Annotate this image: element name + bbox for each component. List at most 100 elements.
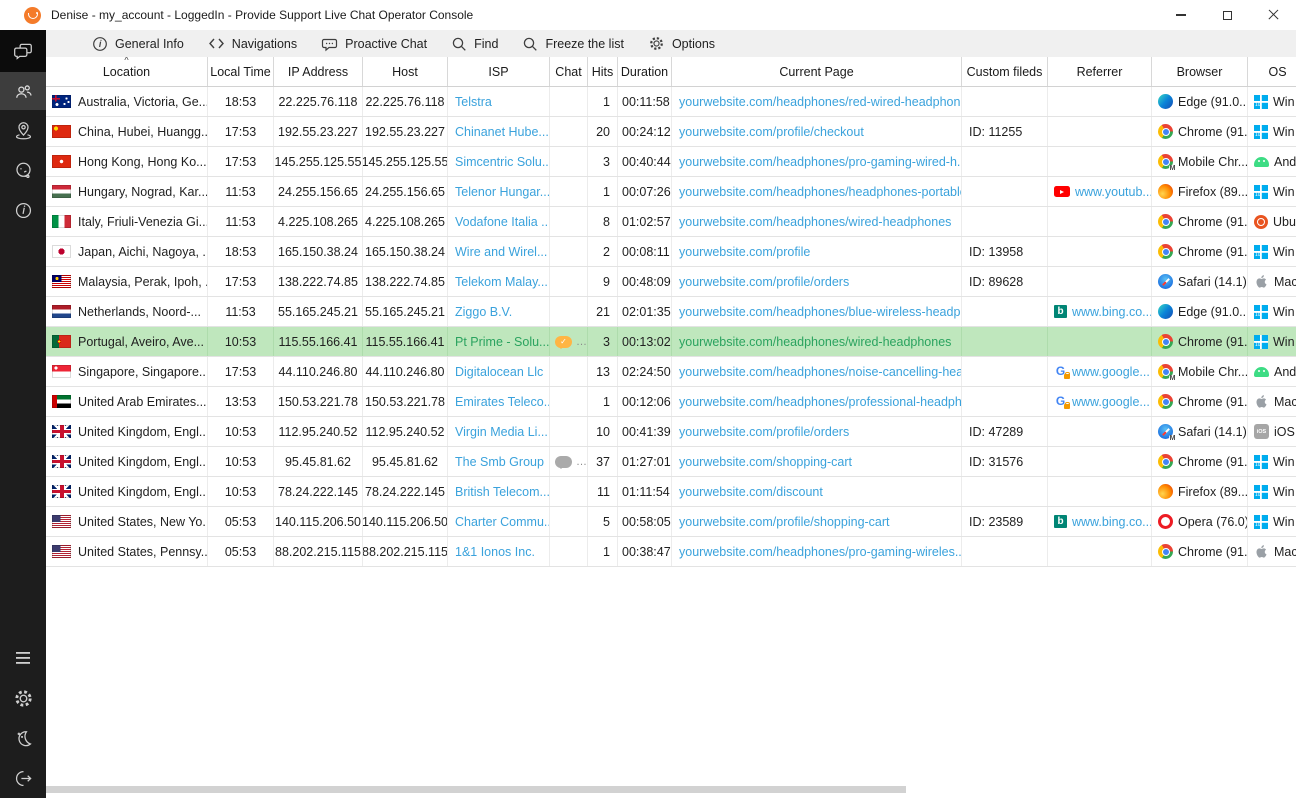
general-info-button[interactable]: General Info <box>80 30 196 57</box>
table-row[interactable]: Malaysia, Perak, Ipoh, ...17:53138.222.7… <box>46 267 1296 297</box>
referrer-link[interactable]: www.youtub... <box>1075 185 1152 199</box>
sidebar-item-visitors[interactable] <box>0 72 46 110</box>
location-text: Australia, Victoria, Ge... <box>78 95 208 109</box>
italy-flag-icon <box>52 215 71 228</box>
sidebar-item-chats[interactable] <box>0 30 46 72</box>
column-header-os[interactable]: OS <box>1248 57 1296 86</box>
current-page-link[interactable]: yourwebsite.com/discount <box>679 485 823 499</box>
table-row[interactable]: Portugal, Aveiro, Ave...10:53115.55.166.… <box>46 327 1296 357</box>
cell-location: Italy, Friuli-Venezia Gi... <box>46 207 208 236</box>
options-button[interactable]: Options <box>636 30 727 57</box>
current-page-link[interactable]: yourwebsite.com/headphones/noise-cancell… <box>679 365 962 379</box>
table-row[interactable]: United Arab Emirates...13:53150.53.221.7… <box>46 387 1296 417</box>
cell-hits: 1 <box>588 387 618 416</box>
column-header-hits[interactable]: Hits <box>588 57 618 86</box>
table-row[interactable]: Singapore, Singapore...17:5344.110.246.8… <box>46 357 1296 387</box>
sidebar-item-operators[interactable] <box>0 150 46 190</box>
current-page-link[interactable]: yourwebsite.com/headphones/pro-gaming-wi… <box>679 545 962 559</box>
referrer-link[interactable]: www.bing.co... <box>1072 515 1152 529</box>
table-row[interactable]: Netherlands, Noord-...11:5355.165.245.21… <box>46 297 1296 327</box>
isp-link[interactable]: British Telecom... <box>455 485 550 499</box>
table-row[interactable]: United Kingdom, Engl...10:5395.45.81.629… <box>46 447 1296 477</box>
windows-10-icon <box>1254 515 1268 529</box>
current-page-link[interactable]: yourwebsite.com/headphones/pro-gaming-wi… <box>679 155 962 169</box>
table-row[interactable]: United Kingdom, Engl...10:53112.95.240.5… <box>46 417 1296 447</box>
isp-link[interactable]: Telstra <box>455 95 492 109</box>
cell-chat <box>550 207 588 236</box>
column-header-browser[interactable]: Browser <box>1152 57 1248 86</box>
sidebar-item-geo-map[interactable] <box>0 110 46 150</box>
navigations-button[interactable]: Navigations <box>196 30 309 57</box>
isp-link[interactable]: Wire and Wirel... <box>455 245 547 259</box>
column-header-location[interactable]: ^Location <box>46 57 208 86</box>
isp-link[interactable]: 1&1 Ionos Inc. <box>455 545 535 559</box>
table-row[interactable]: United Kingdom, Engl...10:5378.24.222.14… <box>46 477 1296 507</box>
column-header-host[interactable]: Host <box>363 57 448 86</box>
current-page-link[interactable]: yourwebsite.com/profile <box>679 245 810 259</box>
current-page-link[interactable]: yourwebsite.com/headphones/wired-headpho… <box>679 335 951 349</box>
column-header-local_time[interactable]: Local Time <box>208 57 274 86</box>
find-button[interactable]: Find <box>439 30 510 57</box>
column-header-ip[interactable]: IP Address <box>274 57 363 86</box>
current-page-link[interactable]: yourwebsite.com/headphones/headphones-po… <box>679 185 962 199</box>
table-row[interactable]: United States, Pennsy...05:5388.202.215.… <box>46 537 1296 567</box>
current-page-link[interactable]: yourwebsite.com/headphones/red-wired-hea… <box>679 95 962 109</box>
hits-text: 5 <box>603 515 610 529</box>
column-header-referrer[interactable]: Referrer <box>1048 57 1152 86</box>
minimize-button[interactable] <box>1158 0 1204 30</box>
isp-link[interactable]: Digitalocean Llc <box>455 365 543 379</box>
column-header-duration[interactable]: Duration <box>618 57 672 86</box>
table-row[interactable]: Japan, Aichi, Nagoya, ...18:53165.150.38… <box>46 237 1296 267</box>
table-row[interactable]: Hong Kong, Hong Ko...17:53145.255.125.55… <box>46 147 1296 177</box>
current-page-link[interactable]: yourwebsite.com/profile/shopping-cart <box>679 515 890 529</box>
isp-link[interactable]: Pt Prime - Solu... <box>455 335 549 349</box>
isp-link[interactable]: Ziggo B.V. <box>455 305 512 319</box>
current-page-link[interactable]: yourwebsite.com/headphones/blue-wireless… <box>679 305 962 319</box>
freeze-the-list-button[interactable]: Freeze the list <box>510 30 636 57</box>
sidebar-logout-button[interactable] <box>0 758 46 798</box>
magnifier-icon <box>522 36 538 52</box>
browser-text: Safari (14.1) <box>1178 425 1247 439</box>
table-row[interactable]: United States, New Yo...05:53140.115.206… <box>46 507 1296 537</box>
current-page-link[interactable]: yourwebsite.com/profile/orders <box>679 425 849 439</box>
scrollbar-thumb[interactable] <box>46 786 906 793</box>
isp-link[interactable]: Chinanet Hube... <box>455 125 549 139</box>
current-page-link[interactable]: yourwebsite.com/profile/orders <box>679 275 849 289</box>
table-row[interactable]: China, Hubei, Huangg...17:53192.55.23.22… <box>46 117 1296 147</box>
referrer-link[interactable]: www.bing.co... <box>1072 305 1152 319</box>
isp-link[interactable]: Vodafone Italia ... <box>455 215 550 229</box>
column-header-isp[interactable]: ISP <box>448 57 550 86</box>
table-row[interactable]: Italy, Friuli-Venezia Gi...11:534.225.10… <box>46 207 1296 237</box>
referrer-link[interactable]: www.google... <box>1072 395 1150 409</box>
current-page-link[interactable]: yourwebsite.com/shopping-cart <box>679 455 852 469</box>
isp-link[interactable]: Simcentric Solu... <box>455 155 550 169</box>
current-page-link[interactable]: yourwebsite.com/headphones/wired-headpho… <box>679 215 951 229</box>
maximize-button[interactable] <box>1204 0 1250 30</box>
referrer-link[interactable]: www.google... <box>1072 365 1150 379</box>
table-row[interactable]: Hungary, Nograd, Kar...11:5324.255.156.6… <box>46 177 1296 207</box>
current-page-link[interactable]: yourwebsite.com/profile/checkout <box>679 125 864 139</box>
table-row[interactable]: Australia, Victoria, Ge...18:5322.225.76… <box>46 87 1296 117</box>
close-button[interactable] <box>1250 0 1296 30</box>
current-page-link[interactable]: yourwebsite.com/headphones/professional-… <box>679 395 962 409</box>
proactive-chat-button[interactable]: Proactive Chat <box>309 30 439 57</box>
cell-os: Win <box>1248 447 1296 476</box>
sidebar-settings-button[interactable] <box>0 678 46 718</box>
cell-chat: … <box>550 447 588 476</box>
sidebar-item-info[interactable] <box>0 190 46 230</box>
isp-link[interactable]: Emirates Teleco... <box>455 395 550 409</box>
sidebar-dark-mode-button[interactable] <box>0 718 46 758</box>
column-header-chat[interactable]: Chat <box>550 57 588 86</box>
visitors-icon <box>13 81 34 102</box>
isp-link[interactable]: Telekom Malay... <box>455 275 548 289</box>
column-header-custom_fields[interactable]: Custom fileds <box>962 57 1048 86</box>
isp-link[interactable]: Telenor Hungar... <box>455 185 550 199</box>
sidebar-menu-button[interactable] <box>0 638 46 678</box>
isp-link[interactable]: The Smb Group <box>455 455 544 469</box>
ip-text: 145.255.125.55 <box>275 155 362 169</box>
isp-link[interactable]: Charter Commu... <box>455 515 550 529</box>
isp-link[interactable]: Virgin Media Li... <box>455 425 548 439</box>
magnifier-icon <box>451 36 467 52</box>
column-header-current_page[interactable]: Current Page <box>672 57 962 86</box>
cell-browser: MSafari (14.1) <box>1152 417 1248 446</box>
